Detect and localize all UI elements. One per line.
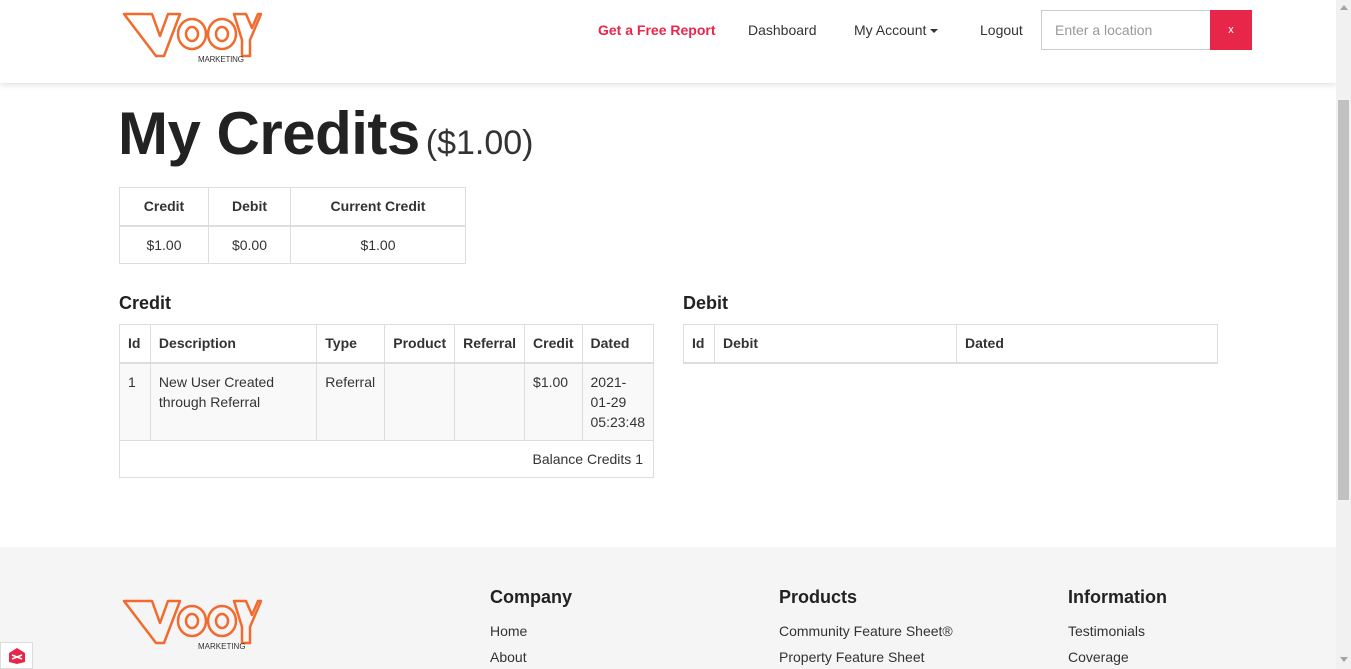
footer-company-column: Company Home About [490,587,572,669]
footer-products-title: Products [779,587,858,607]
credit-header-credit: Credit [524,324,583,364]
balance-credits: Balance Credits 1 [119,440,654,478]
debit-table: Id Debit Dated [683,324,1218,364]
debit-header-id: Id [683,324,715,364]
footer-link-home[interactable]: Home [490,623,572,639]
summary-header-current-credit: Current Credit [290,187,466,227]
credit-cell-referral [454,362,526,441]
credit-cell-type: Referral [316,362,386,441]
footer-logo[interactable]: MARKETING [122,597,262,653]
credit-header-product: Product [384,324,456,364]
page: MARKETING Get a Free Report Dashboard My… [0,0,1336,669]
footer-link-coverage[interactable]: Coverage [1068,649,1167,665]
nav-get-free-report[interactable]: Get a Free Report [598,22,715,38]
location-search-input[interactable] [1041,10,1211,50]
scroll-down-arrow-icon[interactable] [1340,657,1348,662]
search-clear-button[interactable]: x [1210,10,1252,50]
chat-widget-button[interactable] [0,642,33,669]
footer-products-column: Products Community Feature Sheet® Proper… [779,587,953,669]
footer-information-title: Information [1068,587,1167,607]
widget-icon [9,648,25,664]
site-footer: MARKETING Company Home About Products Co… [0,547,1336,669]
credit-cell-product [384,362,456,441]
summary-value-current-credit: $1.00 [290,225,466,264]
credit-table: Id Description Type Product Referral Cre… [119,324,655,478]
vertical-scrollbar[interactable] [1336,0,1351,669]
nav-my-account-label: My Account [854,22,927,38]
table-row: 1 New User Created through Referral Refe… [119,362,655,441]
summary-value-debit: $0.00 [208,225,291,264]
credit-header-id: Id [119,324,151,364]
scroll-up-arrow-icon[interactable] [1340,5,1348,10]
credit-cell-credit: $1.00 [524,362,583,441]
credit-cell-id: 1 [119,362,151,441]
page-title-text: My Credits [118,100,420,167]
nav-dashboard[interactable]: Dashboard [748,22,817,38]
credit-header-referral: Referral [454,324,526,364]
chevron-down-icon [930,29,939,34]
credit-header-description: Description [149,324,318,364]
footer-information-column: Information Testimonials Coverage [1068,587,1167,669]
nav-logout[interactable]: Logout [980,22,1023,38]
credit-header-type: Type [316,324,386,364]
credit-header-dated: Dated [581,324,655,364]
footer-link-about[interactable]: About [490,649,572,665]
credit-cell-dated: 2021-01-29 05:23:48 [581,362,655,441]
page-title-amount: ($1.00) [425,124,534,162]
credit-cell-description: New User Created through Referral [149,362,318,441]
footer-logo-tagline: MARKETING [198,642,246,651]
nav-my-account[interactable]: My Account [854,22,939,38]
scrollbar-thumb[interactable] [1338,100,1349,500]
logo-tagline: MARKETING [198,55,244,64]
footer-company-title: Company [490,587,573,607]
page-title: My Credits ($1.00) [118,99,533,168]
debit-header-dated: Dated [956,324,1218,364]
footer-link-community-feature-sheet[interactable]: Community Feature Sheet® [779,623,953,639]
summary-header-debit: Debit [208,187,291,227]
site-logo[interactable]: MARKETING [122,10,262,66]
summary-header-credit: Credit [119,187,209,227]
summary-value-credit: $1.00 [119,225,209,264]
credit-summary-table: Credit Debit Current Credit $1.00 $0.00 … [119,187,466,264]
footer-link-property-feature-sheet[interactable]: Property Feature Sheet [779,649,953,665]
credit-section-title: Credit [119,293,172,313]
debit-header-debit: Debit [714,324,957,364]
footer-link-testimonials[interactable]: Testimonials [1068,623,1167,639]
debit-section-title: Debit [683,293,728,313]
site-header: MARKETING Get a Free Report Dashboard My… [0,0,1336,83]
